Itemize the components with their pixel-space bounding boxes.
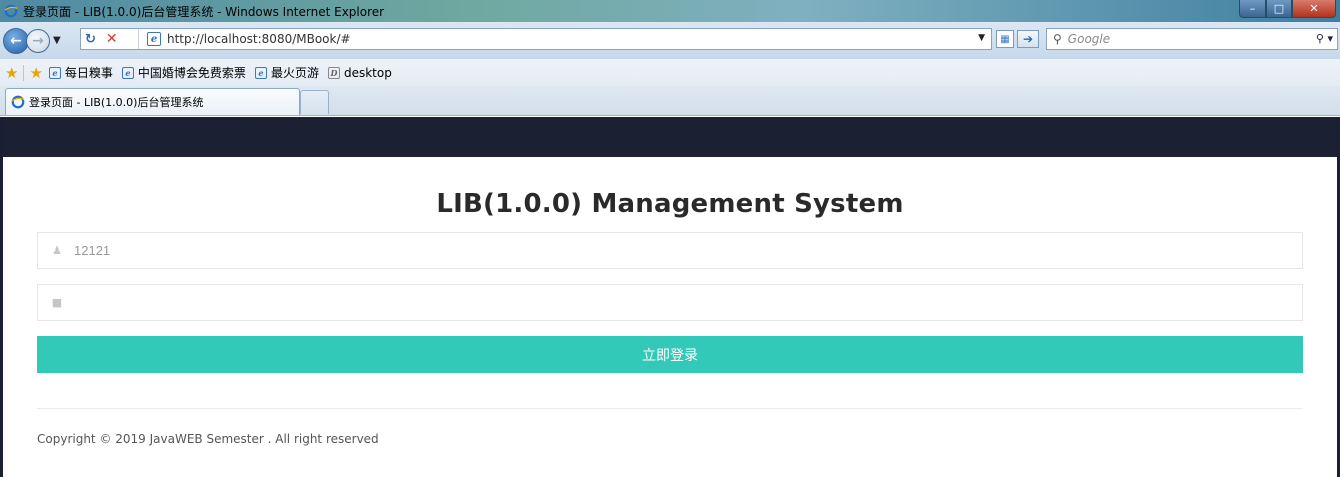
page-content: LIB(1.0.0) Management System ♟ 12121 ■ 立… xyxy=(0,117,1340,477)
page-icon: e xyxy=(121,66,134,79)
page-icon: D xyxy=(327,66,340,79)
add-favorite-icon[interactable]: ★ xyxy=(29,64,42,82)
page-title: LIB(1.0.0) Management System xyxy=(436,189,904,219)
close-button[interactable]: ✕ xyxy=(1292,0,1336,18)
username-value[interactable]: 12121 xyxy=(74,243,110,258)
stop-icon[interactable]: ✕ xyxy=(106,31,118,47)
favorite-item[interactable]: e 中国婚博会免费索票 xyxy=(121,64,246,81)
favorite-label: 中国婚博会免费索票 xyxy=(137,66,246,80)
page-icon: e xyxy=(48,66,61,79)
tab-login-page[interactable]: 登录页面 - LIB(1.0.0)后台管理系统 xyxy=(5,88,300,115)
forward-arrow-icon: → xyxy=(32,32,44,49)
tab-label: 登录页面 - LIB(1.0.0)后台管理系统 xyxy=(29,96,204,109)
tab-strip: 登录页面 - LIB(1.0.0)后台管理系统 xyxy=(0,86,1340,116)
favorites-star-icon[interactable]: ★ xyxy=(5,64,18,82)
go-button[interactable]: ➔ xyxy=(1017,30,1039,48)
page-icon: e xyxy=(147,32,161,46)
search-icon: ⚲ xyxy=(1053,32,1062,46)
search-box[interactable]: ⚲ Google ⚲ ▾ xyxy=(1046,28,1338,50)
address-actions: ↻ ✕ xyxy=(81,29,139,49)
user-icon: ♟ xyxy=(52,244,62,257)
navigation-toolbar: ← → ▼ ↻ ✕ e http://localhost:8080/MBook/… xyxy=(0,22,1340,59)
copyright-text: Copyright © 2019 JavaWEB Semester . All … xyxy=(37,432,379,446)
favorite-item[interactable]: e 最火页游 xyxy=(254,64,319,81)
url-text[interactable]: http://localhost:8080/MBook/# xyxy=(167,32,351,46)
ie-logo-icon xyxy=(4,4,18,18)
window-title-bar: 登录页面 - LIB(1.0.0)后台管理系统 - Windows Intern… xyxy=(0,0,1340,22)
username-field[interactable]: ♟ 12121 xyxy=(37,232,1303,269)
back-arrow-icon: ← xyxy=(10,32,22,49)
address-dropdown-icon[interactable]: ▼ xyxy=(978,33,985,43)
minimize-button[interactable]: – xyxy=(1239,0,1266,18)
favorite-item[interactable]: e 每日糗事 xyxy=(48,64,113,81)
compatibility-view-icon[interactable]: ▦ xyxy=(996,30,1014,48)
search-go-icon[interactable]: ⚲ ▾ xyxy=(1316,32,1333,45)
address-bar[interactable]: ↻ ✕ e http://localhost:8080/MBook/# ▼ xyxy=(80,28,992,50)
footer-divider xyxy=(37,408,1303,409)
favorite-item[interactable]: D desktop xyxy=(327,65,392,80)
favorites-bar: ★ ★ e 每日糗事 e 中国婚博会免费索票 e 最火页游 D desktop xyxy=(0,59,1340,86)
login-button[interactable]: 立即登录 xyxy=(37,336,1303,373)
new-tab-button[interactable] xyxy=(300,90,329,114)
maximize-button[interactable]: □ xyxy=(1266,0,1292,18)
ie-logo-icon xyxy=(11,95,25,109)
search-placeholder: Google xyxy=(1067,32,1111,46)
favorites-separator xyxy=(23,64,25,81)
favorite-label: 每日糗事 xyxy=(64,66,113,80)
lock-icon: ■ xyxy=(51,296,63,309)
window-controls: – □ ✕ xyxy=(1239,0,1336,18)
history-dropdown-icon[interactable]: ▼ xyxy=(53,35,61,46)
window-title: 登录页面 - LIB(1.0.0)后台管理系统 - Windows Intern… xyxy=(23,4,385,19)
page-icon: e xyxy=(254,66,267,79)
refresh-icon[interactable]: ↻ xyxy=(85,32,96,47)
page-top-bar xyxy=(3,117,1337,157)
favorite-label: 最火页游 xyxy=(270,66,319,80)
forward-button[interactable]: → xyxy=(26,28,50,53)
password-field[interactable]: ■ xyxy=(37,284,1303,321)
favorite-label: desktop xyxy=(343,65,392,80)
